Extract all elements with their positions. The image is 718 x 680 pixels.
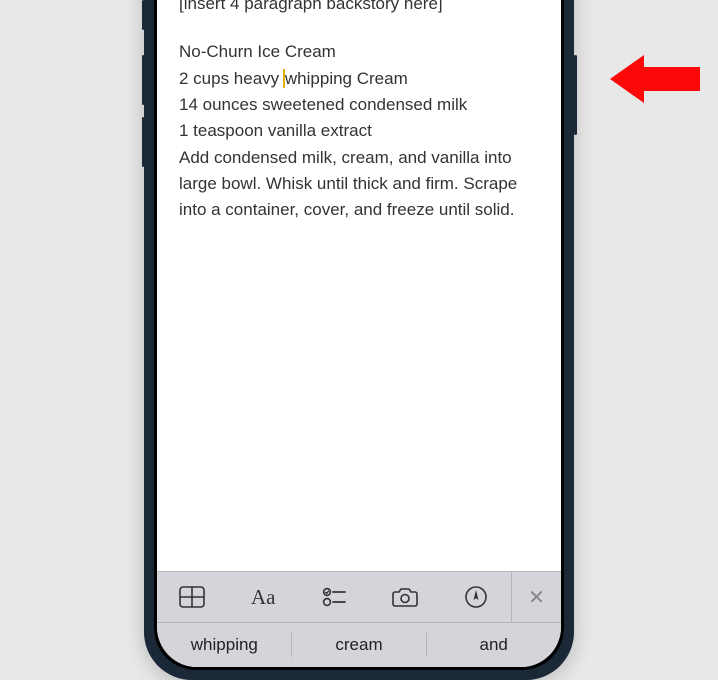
note-placeholder-line: [insert 4 paragraph backstory here] xyxy=(179,0,539,17)
checklist-button[interactable] xyxy=(299,572,370,622)
text-style-icon: Aa xyxy=(251,585,276,610)
mute-switch xyxy=(142,0,145,30)
suggestion-3[interactable]: and xyxy=(426,623,561,667)
close-toolbar-button[interactable]: ✕ xyxy=(511,572,561,622)
volume-down-button xyxy=(142,117,145,167)
close-icon: ✕ xyxy=(528,585,545,610)
note-editor[interactable]: [insert 4 paragraph backstory here] No-C… xyxy=(157,0,561,234)
camera-button[interactable] xyxy=(369,572,440,622)
callout-arrow xyxy=(610,51,700,112)
note-title: No-Churn Ice Cream xyxy=(179,39,539,65)
volume-up-button xyxy=(142,55,145,105)
suggestion-2[interactable]: cream xyxy=(292,623,427,667)
format-toolbar: Aa ✕ xyxy=(157,571,561,623)
note-line-1: 2 cups heavy whipping Cream xyxy=(179,66,539,92)
note-line-2: 14 ounces sweetened condensed milk xyxy=(179,92,539,118)
text-style-button[interactable]: Aa xyxy=(228,572,299,622)
markup-button[interactable] xyxy=(440,572,511,622)
suggestion-1[interactable]: whipping xyxy=(157,623,292,667)
phone-bezel: 9:41 ‹ Notes ••• xyxy=(154,0,564,670)
phone-frame: 9:41 ‹ Notes ••• xyxy=(144,0,574,680)
power-button xyxy=(574,55,577,135)
note-line-4: Add condensed milk, cream, and vanilla i… xyxy=(179,145,539,224)
keyboard-suggestions: whipping cream and xyxy=(157,623,561,667)
note-line-3: 1 teaspoon vanilla extract xyxy=(179,118,539,144)
table-button[interactable] xyxy=(157,572,228,622)
screen: 9:41 ‹ Notes ••• xyxy=(157,0,561,667)
note-body: No-Churn Ice Cream 2 cups heavy whipping… xyxy=(179,39,539,223)
